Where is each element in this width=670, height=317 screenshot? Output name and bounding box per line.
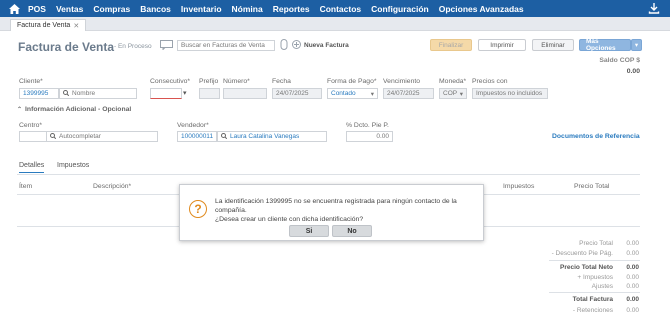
modal-overlay: [0, 0, 670, 317]
no-button[interactable]: No: [332, 225, 372, 237]
dialog-message-line1: La identificación 1399995 no se encuentr…: [215, 198, 457, 214]
yes-button[interactable]: Si: [289, 225, 329, 237]
dialog-message: La identificación 1399995 no se encuentr…: [215, 197, 480, 224]
question-icon: ?: [189, 200, 207, 218]
confirm-dialog: ? La identificación 1399995 no se encuen…: [179, 184, 484, 241]
dialog-message-line2: ¿Desea crear un cliente con dicha identi…: [215, 216, 364, 223]
